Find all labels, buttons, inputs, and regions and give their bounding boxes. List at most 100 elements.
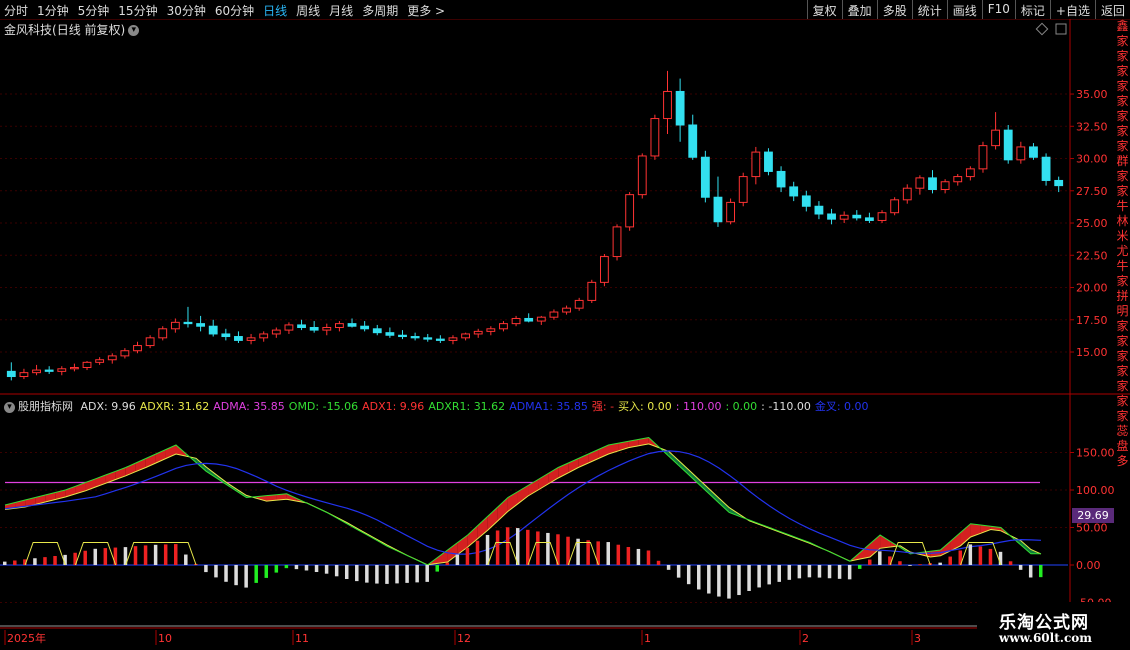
histogram-bar [224,565,228,582]
histogram-bar [566,536,570,565]
right-strip-char: 米 [1116,229,1129,243]
histogram-bar [294,565,299,570]
candle-body [435,338,445,341]
candle-body [246,337,256,341]
candle-body [196,323,206,327]
right-strip-char: 家 [1116,334,1129,348]
price-tick-label: 35.00 [1076,88,1108,101]
indicator-field-2: ADMA: 35.85 [213,400,285,413]
candle-body [700,156,710,198]
right-strip-char: 家 [1116,394,1129,408]
histogram-bar [415,565,419,583]
indicator-field-6: ADMA1: 35.85 [509,400,588,413]
candle-body [158,328,168,339]
candle-body [814,205,824,215]
chart-canvas[interactable]: 35.0032.5030.0027.5025.0022.5020.0017.50… [0,0,1130,650]
histogram-bar [43,557,47,565]
candle-body [587,281,597,301]
candle-body [574,299,584,309]
histogram-bar [968,544,973,565]
histogram-bar [355,565,359,582]
histogram-bar [264,565,269,578]
price-tick-label: 20.00 [1076,282,1108,295]
candle-body [751,151,761,178]
histogram-bar [365,565,369,583]
histogram-bar [1039,565,1043,578]
histogram-bar [526,529,530,565]
right-strip-char: 家 [1116,124,1129,138]
candle-body [486,328,496,332]
histogram-bar [244,565,248,588]
histogram-bar [807,565,812,578]
histogram-bar [797,565,802,579]
indicator-tick-label: 150.00 [1076,447,1115,460]
candle-body [953,176,963,183]
buy-signal [487,542,519,566]
candle-body [385,332,395,336]
right-strip-char: 群 [1116,154,1129,168]
histogram-bar [636,548,641,565]
indicator-tick-label: 100.00 [1076,484,1115,497]
candle-body [183,321,193,325]
indicator-field-10: : 0.00 [725,400,758,413]
candle-body [271,329,281,335]
histogram-bar [395,565,399,584]
histogram-bar [385,565,389,584]
histogram-bar [978,546,983,565]
indicator-field-9: : 110.00 [675,400,722,413]
indicator-field-5: ADXR1: 31.62 [428,400,506,413]
histogram-bar [204,565,208,573]
right-strip-char: 家 [1116,349,1129,363]
histogram-bar [143,545,148,565]
histogram-bar [676,565,681,578]
candle-body [461,333,471,339]
candle-body [827,213,836,220]
candle-body [284,324,294,331]
price-tick-label: 22.50 [1076,249,1108,262]
histogram-bar [646,550,651,565]
indicator-tick-label: 0.00 [1076,559,1101,572]
histogram-bar [686,565,691,585]
candle-body [95,359,105,363]
histogram-bar [113,547,118,565]
histogram-bar [898,561,902,565]
histogram-bar [727,565,731,599]
indicator-field-11: : -110.00 [761,400,811,413]
time-axis-label: 10 [158,632,172,645]
histogram-bar [505,527,510,565]
histogram-bar [304,565,309,571]
candle-body [625,194,635,228]
candle-body [991,129,1001,147]
histogram-bar [284,565,289,569]
candle-body [852,214,862,219]
histogram-bar [455,554,460,565]
price-tick-label: 25.00 [1076,217,1108,230]
indicator-field-0: ADX: 9.96 [80,400,136,413]
indicator-fill [880,535,891,549]
histogram-bar [757,565,761,588]
candle-body [965,168,975,178]
chevron-down-icon[interactable]: ▾ [4,401,15,413]
histogram-bar [546,532,550,565]
candle-body [170,321,180,330]
right-strip-char: 尤 [1116,244,1129,258]
histogram-bar [314,565,319,573]
candle-body [448,337,458,341]
histogram-bar [405,565,409,583]
candle-body [536,316,546,322]
window-icon [1055,23,1067,35]
right-strip-char: 家 [1116,139,1129,153]
price-tick-label: 27.50 [1076,185,1108,198]
histogram-bar [153,544,158,565]
candle-body [398,334,407,338]
histogram-bar [656,560,661,565]
candle-body [423,337,433,340]
watermark-logo: 乐淘公式网 www.60lt.com [977,602,1130,650]
histogram-bar [767,565,771,585]
right-strip-char: 家 [1116,169,1129,183]
candle-body [133,345,142,352]
histogram-bar [334,565,339,577]
candle-body [511,317,521,325]
candle-body [1003,129,1013,161]
histogram-bar [777,565,781,582]
